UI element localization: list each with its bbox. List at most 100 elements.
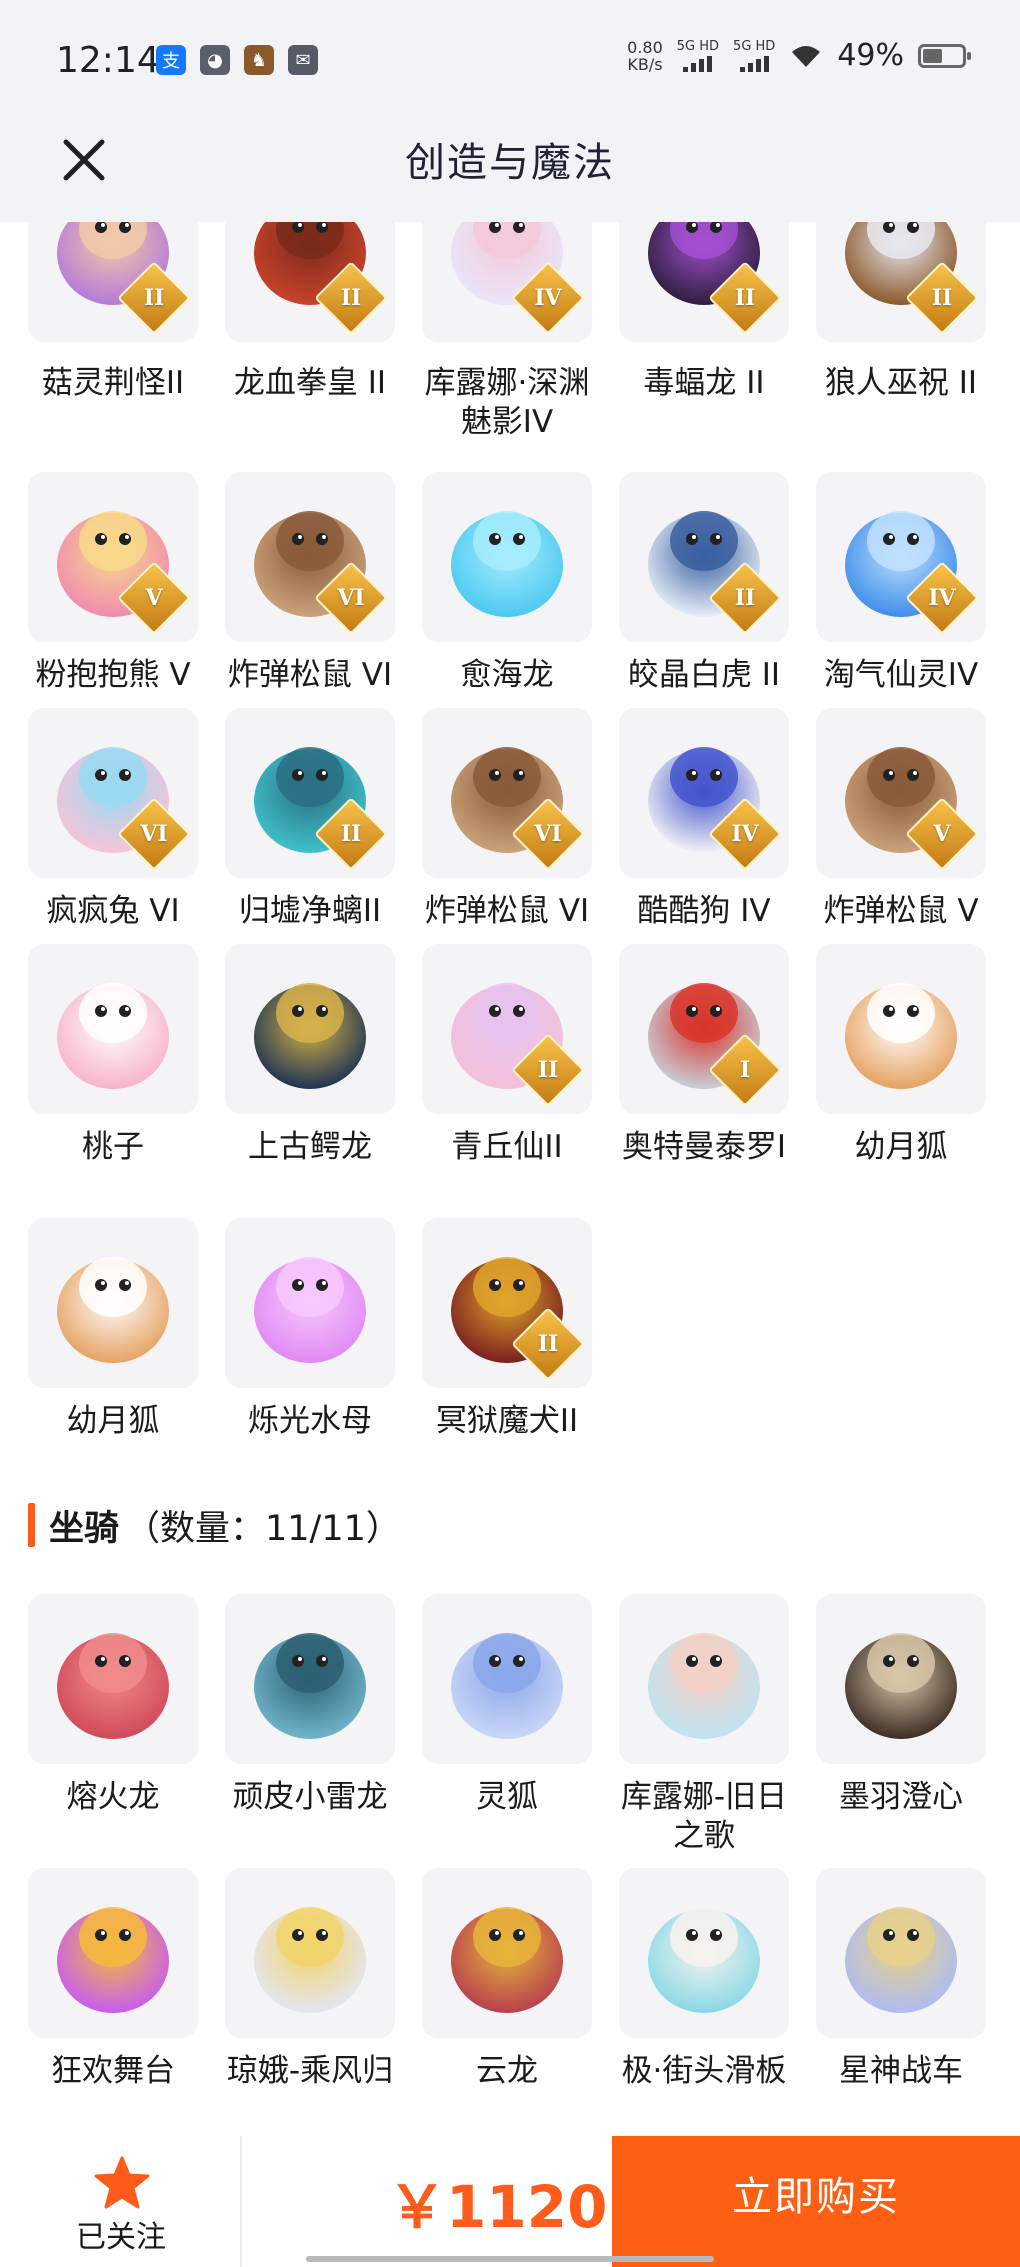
pet-name: 酷酷狗 IV bbox=[637, 893, 771, 929]
moon-fairy-art bbox=[254, 1907, 366, 2013]
signal-icon: 5G HD bbox=[733, 38, 776, 72]
pet-thumbnail bbox=[422, 472, 592, 642]
pet-thumbnail bbox=[28, 944, 198, 1114]
pet-name: 粉抱抱熊 V bbox=[35, 657, 191, 693]
ancient-croc-dragon-art bbox=[254, 983, 366, 1089]
rank-text: II bbox=[340, 285, 362, 311]
mount-thumbnail bbox=[225, 1594, 395, 1764]
buy-now-button[interactable]: 立即购买 bbox=[612, 2136, 1020, 2267]
mount-thumbnail bbox=[422, 1868, 592, 2038]
kuluna-song-art bbox=[648, 1633, 760, 1739]
rank-text: V bbox=[145, 585, 163, 611]
carnival-stage-art bbox=[57, 1907, 169, 2013]
star-icon bbox=[94, 2156, 150, 2209]
naughty-thunder-dragon-art bbox=[254, 1633, 366, 1739]
pet-thumbnail: IV bbox=[619, 708, 789, 878]
page-title: 创造与魔法 bbox=[405, 140, 615, 186]
follow-label: 已关注 bbox=[76, 2220, 166, 2255]
pet-name: 冥狱魔犬II bbox=[435, 1403, 579, 1439]
pet-name: 炸弹松鼠 VI bbox=[424, 893, 590, 929]
home-indicator bbox=[306, 2256, 714, 2262]
message-icon: ✉ bbox=[288, 45, 318, 75]
spirit-fox-art bbox=[451, 1633, 563, 1739]
pet-thumbnail: I bbox=[619, 944, 789, 1114]
status-app-icons: 支 ◕ ♞ ✉ bbox=[156, 45, 318, 75]
mount-thumbnail bbox=[28, 1594, 198, 1764]
pet-name: 幼月狐 bbox=[66, 1403, 160, 1439]
status-bar: 12:14 支 ◕ ♞ ✉ 0.80 KB/s 5G HD 5G HD 49% bbox=[0, 0, 1020, 110]
rank-text: II bbox=[537, 1057, 559, 1083]
pet-name: 淘气仙灵IV bbox=[823, 657, 979, 693]
battery-text: 49% bbox=[837, 38, 904, 73]
rank-text: VI bbox=[337, 585, 365, 611]
battery-icon bbox=[918, 43, 971, 68]
pet-thumbnail bbox=[28, 1218, 198, 1388]
signal-icon: 5G HD bbox=[676, 38, 720, 72]
pet-name: 炸弹松鼠 VI bbox=[227, 657, 393, 693]
app-header: 创造与魔法 bbox=[0, 110, 1020, 222]
pet-thumbnail: VI bbox=[225, 472, 395, 642]
status-indicators: 0.80 KB/s 5G HD 5G HD 49% bbox=[627, 37, 971, 74]
pet-thumbnail: V bbox=[816, 708, 986, 878]
sim2-label: 5G HD bbox=[733, 38, 776, 54]
pet-name: 狼人巫祝 II bbox=[824, 365, 978, 401]
pet-name: 皎晶白虎 II bbox=[627, 657, 781, 693]
mount-name: 星神战车 bbox=[839, 2053, 963, 2089]
young-moon-fox-art bbox=[845, 983, 957, 1089]
mount-thumbnail bbox=[422, 1594, 592, 1764]
mount-thumbnail bbox=[619, 1868, 789, 2038]
pet-name: 库露娜·深渊魅影IV bbox=[424, 365, 590, 440]
mounts-section-heading: 坐骑 （数量：11/11） bbox=[28, 1503, 401, 1549]
pet-name: 桃子 bbox=[82, 1129, 144, 1165]
street-skateboard-art bbox=[648, 1907, 760, 2013]
battery-fill bbox=[923, 48, 942, 63]
rank-text: IV bbox=[731, 821, 759, 847]
star-chariot-art bbox=[845, 1907, 957, 2013]
rank-text: II bbox=[143, 285, 165, 311]
mount-name: 狂欢舞台 bbox=[51, 2053, 175, 2089]
mount-name: 极·街头滑板 bbox=[621, 2053, 787, 2089]
pet-name: 菇灵荆怪II bbox=[41, 365, 185, 401]
pet-thumbnail bbox=[816, 944, 986, 1114]
mount-name: 库露娜-旧日之歌 bbox=[620, 1779, 788, 1854]
lava-dragon-art bbox=[57, 1633, 169, 1739]
mount-name: 墨羽澄心 bbox=[839, 1779, 963, 1815]
mount-name: 灵狐 bbox=[476, 1779, 538, 1815]
pet-thumbnail: VI bbox=[28, 708, 198, 878]
pet-thumbnail: II bbox=[225, 708, 395, 878]
rank-text: VI bbox=[140, 821, 168, 847]
rank-text: I bbox=[739, 1057, 751, 1083]
pet-name: 幼月狐 bbox=[854, 1129, 948, 1165]
section-accent-bar bbox=[28, 1503, 35, 1547]
pet-thumbnail: II bbox=[619, 472, 789, 642]
rank-text: V bbox=[933, 821, 951, 847]
rank-text: IV bbox=[928, 585, 956, 611]
young-moon-fox-art bbox=[57, 1257, 169, 1363]
mount-thumbnail bbox=[816, 1868, 986, 2038]
pet-name: 烁光水母 bbox=[248, 1403, 372, 1439]
rank-text: II bbox=[734, 285, 756, 311]
cloud-dragon-art bbox=[451, 1907, 563, 2013]
price: ￥1120 bbox=[388, 2173, 608, 2241]
sim1-label: 5G HD bbox=[676, 38, 720, 54]
rank-text: II bbox=[734, 585, 756, 611]
wifi-icon bbox=[792, 45, 821, 67]
pet-thumbnail: II bbox=[422, 1218, 592, 1388]
pink-jellyfish-art bbox=[254, 1257, 366, 1363]
pet-name: 青丘仙II bbox=[451, 1129, 563, 1165]
section-title: 坐骑 bbox=[49, 1508, 120, 1549]
pet-name: 愈海龙 bbox=[460, 657, 554, 693]
alipay-icon: 支 bbox=[156, 45, 186, 75]
bottom-action-bar: 已关注 ￥1120 立即购买 bbox=[0, 2136, 1020, 2267]
follow-button[interactable]: 已关注 bbox=[0, 2136, 242, 2267]
cyan-sea-dragon-art bbox=[451, 511, 563, 617]
mount-thumbnail bbox=[619, 1594, 789, 1764]
net-speed-unit: KB/s bbox=[627, 54, 663, 74]
net-speed-value: 0.80 bbox=[627, 37, 663, 57]
pet-thumbnail: VI bbox=[422, 708, 592, 878]
mount-thumbnail bbox=[225, 1868, 395, 2038]
pet-name: 奥特曼泰罗I bbox=[621, 1129, 787, 1165]
pet-thumbnail: II bbox=[422, 944, 592, 1114]
rank-text: II bbox=[537, 1331, 559, 1357]
rank-text: II bbox=[340, 821, 362, 847]
